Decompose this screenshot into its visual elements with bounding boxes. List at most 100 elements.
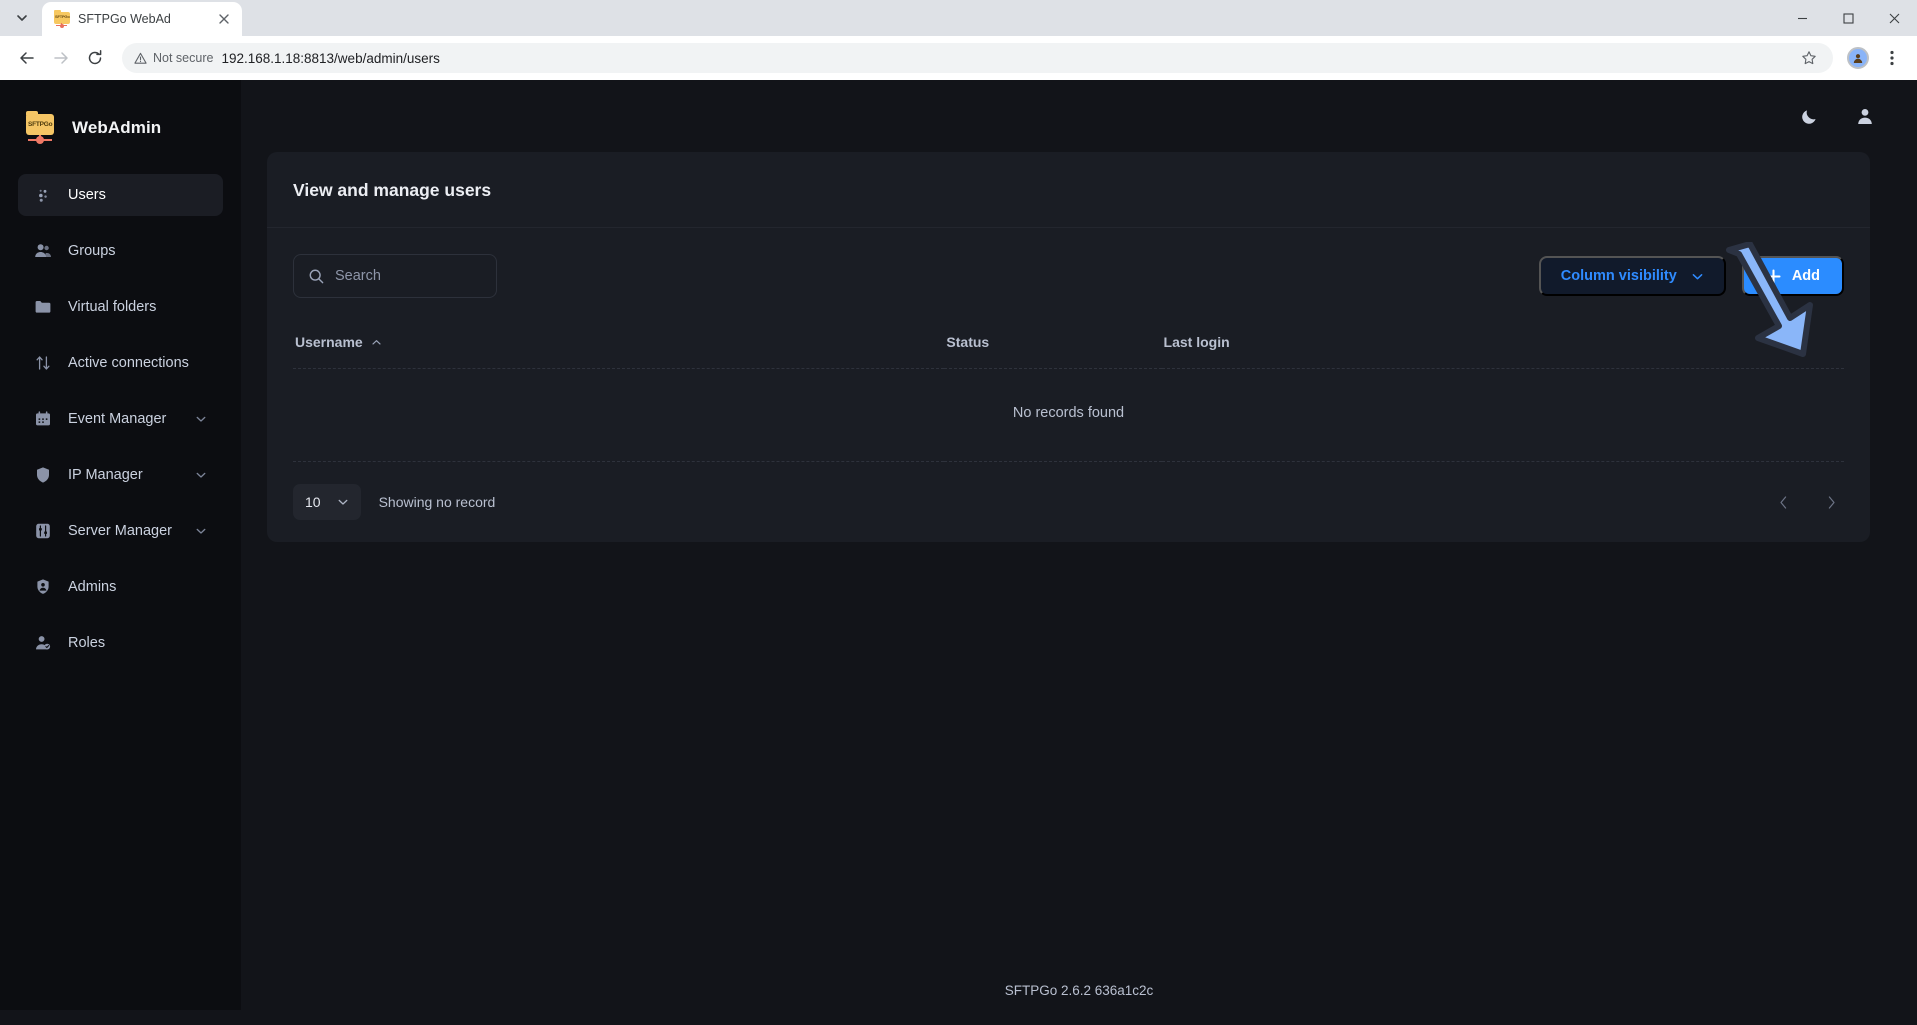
nav-gap <box>18 553 223 566</box>
tab-strip: SFTPGo SFTPGo WebAd <box>0 0 1917 36</box>
column-visibility-label: Column visibility <box>1560 268 1677 284</box>
window-controls <box>1779 0 1917 36</box>
sidebar-item-label: Server Manager <box>68 522 172 539</box>
sidebar-item-roles[interactable]: Roles <box>18 622 223 664</box>
column-header-label: Last login <box>1163 334 1230 350</box>
chevron-down-icon[interactable] <box>195 469 207 481</box>
sidebar-item-label: IP Manager <box>68 466 143 483</box>
page-title: View and manage users <box>293 180 492 200</box>
url-text: 192.168.1.18:8813/web/admin/users <box>221 50 440 66</box>
arrow-left-icon[interactable] <box>12 43 42 73</box>
browser-chrome: SFTPGo SFTPGo WebAd Not secure 192.168.1… <box>0 0 1917 80</box>
empty-state-row: No records found <box>293 368 1844 462</box>
nav-gap <box>18 497 223 510</box>
sidebar-item-admins[interactable]: Admins <box>18 566 223 608</box>
chevron-down-icon <box>337 496 349 508</box>
card-wrapper: View and manage users Search Column visi… <box>241 152 1917 542</box>
table-body: No records found <box>293 368 1844 462</box>
window-minimize-icon[interactable] <box>1779 0 1825 36</box>
nav-gap <box>18 273 223 286</box>
shield-icon <box>34 466 52 484</box>
kebab-menu-icon[interactable] <box>1879 45 1905 71</box>
logo-label: SFTPGo <box>28 121 53 128</box>
sidebar-item-active-connections[interactable]: Active connections <box>18 342 223 384</box>
sidebar-nav: Users Groups Virtual folders Active conn… <box>0 174 241 665</box>
sidebar-item-label: Event Manager <box>68 410 167 427</box>
chevron-down-icon <box>1691 270 1704 283</box>
pagination-left: 10 Showing no record <box>293 484 495 520</box>
user-circle-icon[interactable] <box>1853 104 1877 128</box>
nav-gap <box>18 609 223 622</box>
sidebar-item-groups[interactable]: Groups <box>18 230 223 272</box>
address-bar[interactable]: Not secure 192.168.1.18:8813/web/admin/u… <box>122 43 1833 73</box>
sidebar-item-users[interactable]: Users <box>18 174 223 216</box>
column-header-label: Username <box>295 334 363 350</box>
sftpgo-logo-icon: SFTPGo <box>24 111 56 144</box>
empty-state-message: No records found <box>293 368 1844 462</box>
brand[interactable]: SFTPGo WebAdmin <box>0 80 241 152</box>
page-size-value: 10 <box>305 494 321 510</box>
app-footer: SFTPGo 2.6.2 636a1c2c <box>241 967 1917 1010</box>
column-header-status[interactable]: Status <box>944 320 1162 369</box>
plus-icon <box>1766 268 1781 284</box>
column-header-username[interactable]: Username <box>293 320 945 369</box>
tab-title: SFTPGo WebAd <box>78 12 171 26</box>
star-icon[interactable] <box>1797 46 1821 70</box>
column-header-last-login[interactable]: Last login <box>1161 320 1844 369</box>
sliders-icon <box>34 522 52 540</box>
table-head: Username Status Last login <box>293 320 1844 369</box>
moon-icon[interactable] <box>1797 104 1821 128</box>
table-header-row: Username Status Last login <box>293 320 1844 369</box>
browser-profile-avatar[interactable] <box>1847 47 1869 69</box>
groups-icon <box>34 242 52 260</box>
sidebar-item-ip-manager[interactable]: IP Manager <box>18 454 223 496</box>
search-input[interactable]: Search <box>293 254 497 298</box>
card-body: Search Column visibility Add Username St… <box>267 228 1870 542</box>
pager-controls <box>1776 492 1844 512</box>
card-header: View and manage users <box>267 152 1870 228</box>
sidebar-item-event-manager[interactable]: Event Manager <box>18 398 223 440</box>
security-indicator[interactable]: Not secure <box>134 51 213 65</box>
tab-search-icon[interactable] <box>8 4 36 32</box>
close-icon[interactable] <box>216 11 232 27</box>
users-card: View and manage users Search Column visi… <box>267 152 1870 542</box>
sidebar-item-label: Users <box>68 186 106 203</box>
reload-icon[interactable] <box>80 43 110 73</box>
browser-toolbar: Not secure 192.168.1.18:8813/web/admin/u… <box>0 36 1917 80</box>
pagination-row: 10 Showing no record <box>293 484 1844 520</box>
window-close-icon[interactable] <box>1871 0 1917 36</box>
chevron-right-icon[interactable] <box>1824 492 1838 512</box>
search-icon <box>308 268 325 285</box>
nav-gap <box>18 217 223 230</box>
chevron-left-icon[interactable] <box>1776 492 1790 512</box>
main-content: View and manage users Search Column visi… <box>241 80 1917 1010</box>
sidebar-item-virtual-folders[interactable]: Virtual folders <box>18 286 223 328</box>
brand-title: WebAdmin <box>72 118 162 137</box>
sidebar-item-label: Active connections <box>68 354 189 371</box>
sidebar-item-server-manager[interactable]: Server Manager <box>18 510 223 552</box>
nav-gap <box>18 441 223 454</box>
arrow-right-icon <box>46 43 76 73</box>
toolbar-row: Search Column visibility Add <box>293 254 1844 298</box>
sidebar-item-label: Admins <box>68 578 117 595</box>
chevron-down-icon[interactable] <box>195 413 207 425</box>
chevron-down-icon[interactable] <box>195 525 207 537</box>
users-icon <box>34 186 52 204</box>
column-visibility-button[interactable]: Column visibility <box>1538 256 1726 296</box>
app-root: SFTPGo WebAdmin Users Groups Virtual fol… <box>0 80 1917 1010</box>
sidebar-item-label: Virtual folders <box>68 298 157 315</box>
warning-triangle-icon <box>134 52 147 65</box>
browser-tab[interactable]: SFTPGo SFTPGo WebAd <box>42 2 242 36</box>
admin-shield-icon <box>34 578 52 596</box>
search-placeholder: Search <box>335 268 381 284</box>
window-maximize-icon[interactable] <box>1825 0 1871 36</box>
sidebar: SFTPGo WebAdmin Users Groups Virtual fol… <box>0 80 241 1010</box>
add-label: Add <box>1791 268 1820 284</box>
column-header-label: Status <box>946 334 990 350</box>
sftpgo-favicon-icon: SFTPGo <box>54 10 70 28</box>
calendar-icon <box>34 410 52 428</box>
nav-gap <box>18 329 223 342</box>
add-button[interactable]: Add <box>1741 256 1844 296</box>
folder-icon <box>34 298 52 316</box>
page-size-select[interactable]: 10 <box>293 484 361 520</box>
